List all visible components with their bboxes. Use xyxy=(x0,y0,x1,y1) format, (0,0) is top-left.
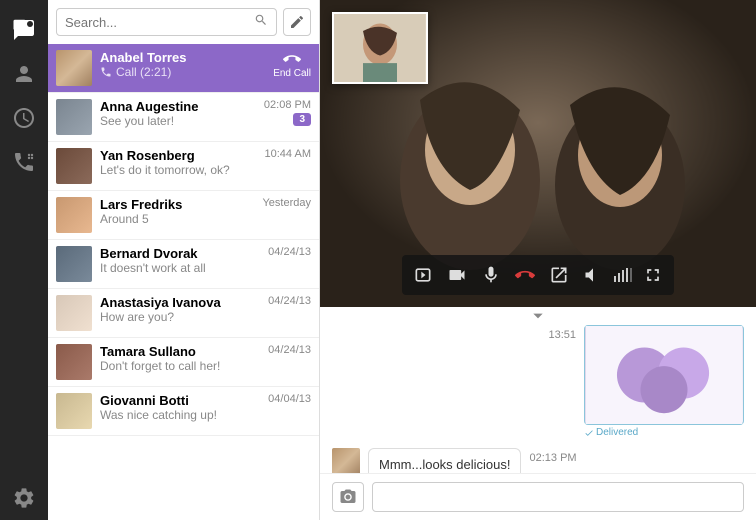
recent-icon[interactable] xyxy=(8,102,40,134)
compose-button[interactable] xyxy=(283,8,311,36)
conversation-time: 10:44 AM xyxy=(265,148,311,160)
message-row: Mmm...looks delicious! 02:13 PM xyxy=(332,448,744,473)
conversation-time: 02:08 PM xyxy=(264,99,311,111)
conversation-item[interactable]: Giovanni BottiWas nice catching up! 04/0… xyxy=(48,387,319,436)
avatar xyxy=(56,148,92,184)
video-call-area xyxy=(320,0,756,307)
search-box[interactable] xyxy=(56,8,277,36)
message-image[interactable] xyxy=(584,325,744,425)
contact-name: Anna Augestine xyxy=(100,99,256,114)
microphone-icon[interactable] xyxy=(474,261,508,289)
settings-icon[interactable] xyxy=(8,482,40,514)
avatar xyxy=(56,246,92,282)
message-status: Delivered xyxy=(584,427,744,438)
conversation-item[interactable]: Tamara SullanoDon't forget to call her! … xyxy=(48,338,319,387)
video-controls xyxy=(402,255,674,295)
chats-icon[interactable] xyxy=(8,14,40,46)
conversation-item[interactable]: Anna AugestineSee you later! 02:08 PM 3 xyxy=(48,93,319,142)
message-row: 13:51 Delivered xyxy=(332,325,744,438)
contact-subtitle: Was nice catching up! xyxy=(100,408,260,422)
contact-subtitle: See you later! xyxy=(100,114,256,128)
fullscreen-icon[interactable] xyxy=(636,261,670,289)
contact-name: Anabel Torres xyxy=(100,50,265,65)
conversation-time: 04/04/13 xyxy=(268,393,311,405)
message-bubble: Mmm...looks delicious! xyxy=(368,448,521,473)
sidebar xyxy=(0,0,48,520)
search-row xyxy=(48,0,319,44)
search-icon xyxy=(254,13,268,32)
avatar xyxy=(56,295,92,331)
contacts-icon[interactable] xyxy=(8,58,40,90)
avatar xyxy=(56,393,92,429)
avatar xyxy=(56,344,92,380)
conversation-item[interactable]: Bernard DvorakIt doesn't work at all 04/… xyxy=(48,240,319,289)
message-area: 13:51 Delivered Mmm...looks delicious! 0… xyxy=(320,307,756,473)
conversation-time: 04/24/13 xyxy=(268,344,311,356)
conversation-item[interactable]: Anabel Torres Call (2:21) End Call xyxy=(48,44,319,93)
message-input[interactable] xyxy=(372,482,744,512)
message-avatar xyxy=(332,448,360,473)
volume-level[interactable] xyxy=(610,268,636,282)
contact-name: Bernard Dvorak xyxy=(100,246,260,261)
contact-subtitle: Around 5 xyxy=(100,212,254,226)
conversation-time: Yesterday xyxy=(262,197,311,209)
message-time: 13:51 xyxy=(548,329,576,341)
scroll-indicator-icon xyxy=(332,311,744,321)
contact-name: Yan Rosenberg xyxy=(100,148,257,163)
contact-name: Anastasiya Ivanova xyxy=(100,295,260,310)
conversation-list: Anabel Torres Call (2:21) End Call Anna … xyxy=(48,44,319,520)
avatar xyxy=(56,50,92,86)
conversation-time: 04/24/13 xyxy=(268,295,311,307)
camera-icon[interactable] xyxy=(440,261,474,289)
dialpad-icon[interactable] xyxy=(8,146,40,178)
unread-badge: 3 xyxy=(293,113,311,126)
message-input-row xyxy=(320,473,756,520)
end-call-button[interactable]: End Call xyxy=(273,50,311,79)
volume-icon[interactable] xyxy=(576,261,610,289)
avatar xyxy=(56,99,92,135)
contact-subtitle: It doesn't work at all xyxy=(100,261,260,275)
contact-subtitle: Don't forget to call her! xyxy=(100,359,260,373)
contact-name: Tamara Sullano xyxy=(100,344,260,359)
contact-name: Giovanni Botti xyxy=(100,393,260,408)
search-input[interactable] xyxy=(65,15,254,30)
transfer-icon[interactable] xyxy=(406,261,440,289)
conversation-column: Anabel Torres Call (2:21) End Call Anna … xyxy=(48,0,320,520)
message-time: 02:13 PM xyxy=(529,452,576,464)
contact-subtitle: How are you? xyxy=(100,310,260,324)
avatar xyxy=(56,197,92,233)
conversation-time: 04/24/13 xyxy=(268,246,311,258)
hangup-icon[interactable] xyxy=(508,261,542,289)
conversation-item[interactable]: Lars FredriksAround 5 Yesterday xyxy=(48,191,319,240)
contact-name: Lars Fredriks xyxy=(100,197,254,212)
conversation-item[interactable]: Anastasiya IvanovaHow are you? 04/24/13 xyxy=(48,289,319,338)
end-call-label: End Call xyxy=(273,68,311,79)
video-self-preview[interactable] xyxy=(332,12,428,84)
conversation-item[interactable]: Yan RosenbergLet's do it tomorrow, ok? 1… xyxy=(48,142,319,191)
contact-subtitle: Let's do it tomorrow, ok? xyxy=(100,163,257,177)
attach-photo-button[interactable] xyxy=(332,482,364,512)
chat-column: 13:51 Delivered Mmm...looks delicious! 0… xyxy=(320,0,756,520)
popout-icon[interactable] xyxy=(542,261,576,289)
contact-subtitle: Call (2:21) xyxy=(100,65,265,79)
